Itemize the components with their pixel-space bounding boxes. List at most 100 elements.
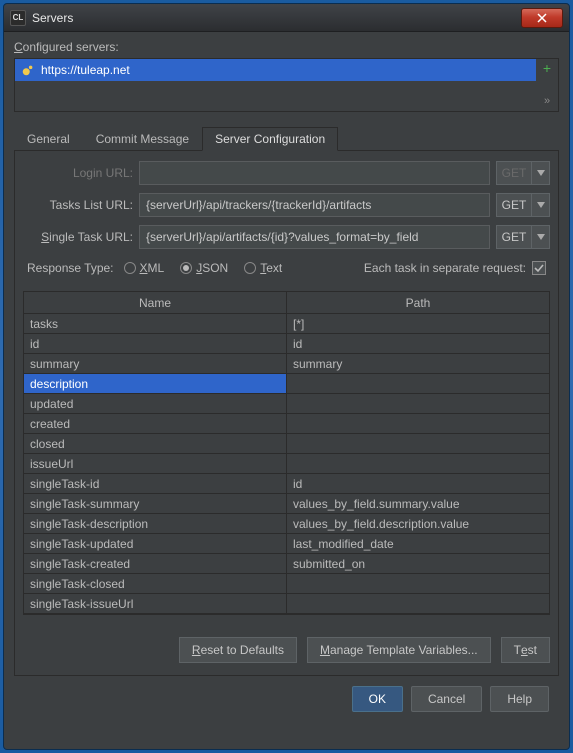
cell-name: updated [24, 394, 287, 414]
table-row[interactable]: created [24, 414, 549, 434]
table-row[interactable]: singleTask-idid [24, 474, 549, 494]
table-header: Name Path [24, 292, 549, 314]
servers-list[interactable]: https://tuleap.net [15, 59, 536, 111]
cell-name: singleTask-created [24, 554, 287, 574]
dialog-footer: OK Cancel Help [14, 676, 559, 722]
cell-name: singleTask-summary [24, 494, 287, 514]
tab-server-configuration[interactable]: Server Configuration [202, 127, 338, 151]
manage-template-variables-button[interactable]: Manage Template Variables... [307, 637, 491, 663]
each-task-label: Each task in separate request: [364, 261, 526, 275]
tasks-list-method-dropdown[interactable] [532, 193, 550, 217]
cell-path: values_by_field.summary.value [287, 494, 549, 514]
titlebar: CL Servers [4, 4, 569, 32]
single-task-url-label: Single Task URL: [23, 230, 133, 244]
login-url-label: Login URL: [23, 166, 133, 180]
panel-button-row: Reset to Defaults Manage Template Variab… [23, 637, 550, 663]
response-type-xml[interactable]: XML [124, 261, 165, 275]
table-row[interactable]: singleTask-closed [24, 574, 549, 594]
server-list-item[interactable]: https://tuleap.net [15, 59, 536, 81]
table-row[interactable]: idid [24, 334, 549, 354]
each-task-checkbox[interactable] [532, 261, 546, 275]
app-icon: CL [10, 10, 26, 26]
mapping-table: Name Path tasks[*]ididsummarysummarydesc… [23, 291, 550, 615]
cell-path: id [287, 474, 549, 494]
dialog-body: Configured servers: https://tuleap.net +… [4, 32, 569, 749]
table-row[interactable]: issueUrl [24, 454, 549, 474]
column-header-name[interactable]: Name [24, 292, 287, 314]
cell-path [287, 594, 549, 614]
single-task-url-input[interactable] [139, 225, 490, 249]
cell-name: tasks [24, 314, 287, 334]
window-title: Servers [32, 11, 521, 25]
cell-name: issueUrl [24, 454, 287, 474]
cell-path [287, 414, 549, 434]
help-button[interactable]: Help [490, 686, 549, 712]
cell-path: submitted_on [287, 554, 549, 574]
close-button[interactable] [521, 8, 563, 28]
cell-name: singleTask-description [24, 514, 287, 534]
table-row[interactable]: description [24, 374, 549, 394]
servers-toolbar: + » [536, 59, 558, 111]
table-row[interactable]: singleTask-summaryvalues_by_field.summar… [24, 494, 549, 514]
configured-servers-label: Configured servers: [14, 40, 559, 54]
window-frame: CL Servers Configured servers: https://t… [3, 3, 570, 750]
tasks-list-method: GET [496, 193, 550, 217]
tasks-list-url-row: Tasks List URL: GET [23, 193, 550, 217]
tasks-list-method-button[interactable]: GET [496, 193, 532, 217]
table-body: tasks[*]ididsummarysummarydescriptionupd… [24, 314, 549, 614]
cell-path [287, 374, 549, 394]
server-configuration-panel: Login URL: GET Tasks List URL: GET Singl… [14, 151, 559, 676]
column-header-path[interactable]: Path [287, 292, 549, 314]
single-task-url-row: Single Task URL: GET [23, 225, 550, 249]
cell-path: [*] [287, 314, 549, 334]
cell-path: summary [287, 354, 549, 374]
check-icon [534, 263, 544, 273]
more-actions-button[interactable]: » [544, 95, 550, 107]
cell-path: last_modified_date [287, 534, 549, 554]
table-row[interactable]: singleTask-descriptionvalues_by_field.de… [24, 514, 549, 534]
table-row[interactable]: tasks[*] [24, 314, 549, 334]
tab-general[interactable]: General [14, 127, 83, 151]
table-row[interactable]: closed [24, 434, 549, 454]
response-type-row: Response Type: XML JSON Text Each task i… [23, 261, 550, 275]
response-type-text[interactable]: Text [244, 261, 282, 275]
login-url-method-button[interactable]: GET [496, 161, 532, 185]
cell-path [287, 434, 549, 454]
add-server-button[interactable]: + [543, 61, 551, 75]
table-row[interactable]: singleTask-updatedlast_modified_date [24, 534, 549, 554]
table-row[interactable]: singleTask-createdsubmitted_on [24, 554, 549, 574]
cell-path [287, 394, 549, 414]
test-button[interactable]: Test [501, 637, 550, 663]
tasks-list-url-input[interactable] [139, 193, 490, 217]
cell-name: summary [24, 354, 287, 374]
cell-name: singleTask-issueUrl [24, 594, 287, 614]
single-task-method-button[interactable]: GET [496, 225, 532, 249]
cell-name: id [24, 334, 287, 354]
tab-commit-message[interactable]: Commit Message [83, 127, 202, 151]
tasks-list-url-label: Tasks List URL: [23, 198, 133, 212]
cell-path [287, 574, 549, 594]
close-icon [537, 13, 547, 23]
cell-path: id [287, 334, 549, 354]
cancel-button[interactable]: Cancel [411, 686, 482, 712]
ok-button[interactable]: OK [352, 686, 403, 712]
login-url-method: GET [496, 161, 550, 185]
cell-name: singleTask-updated [24, 534, 287, 554]
cell-name: description [24, 374, 287, 394]
configured-servers-list: https://tuleap.net + » [14, 58, 559, 112]
single-task-method: GET [496, 225, 550, 249]
tabs: General Commit Message Server Configurat… [14, 126, 559, 151]
response-type-json[interactable]: JSON [180, 261, 228, 275]
cell-name: singleTask-closed [24, 574, 287, 594]
table-row[interactable]: summarysummary [24, 354, 549, 374]
reset-to-defaults-button[interactable]: Reset to Defaults [179, 637, 297, 663]
cell-path [287, 454, 549, 474]
single-task-method-dropdown[interactable] [532, 225, 550, 249]
response-type-label: Response Type: [27, 261, 114, 275]
table-row[interactable]: updated [24, 394, 549, 414]
login-url-input[interactable] [139, 161, 490, 185]
login-url-method-dropdown[interactable] [532, 161, 550, 185]
table-row[interactable]: singleTask-issueUrl [24, 594, 549, 614]
cell-path: values_by_field.description.value [287, 514, 549, 534]
response-type-radio-group: XML JSON Text [124, 261, 283, 275]
